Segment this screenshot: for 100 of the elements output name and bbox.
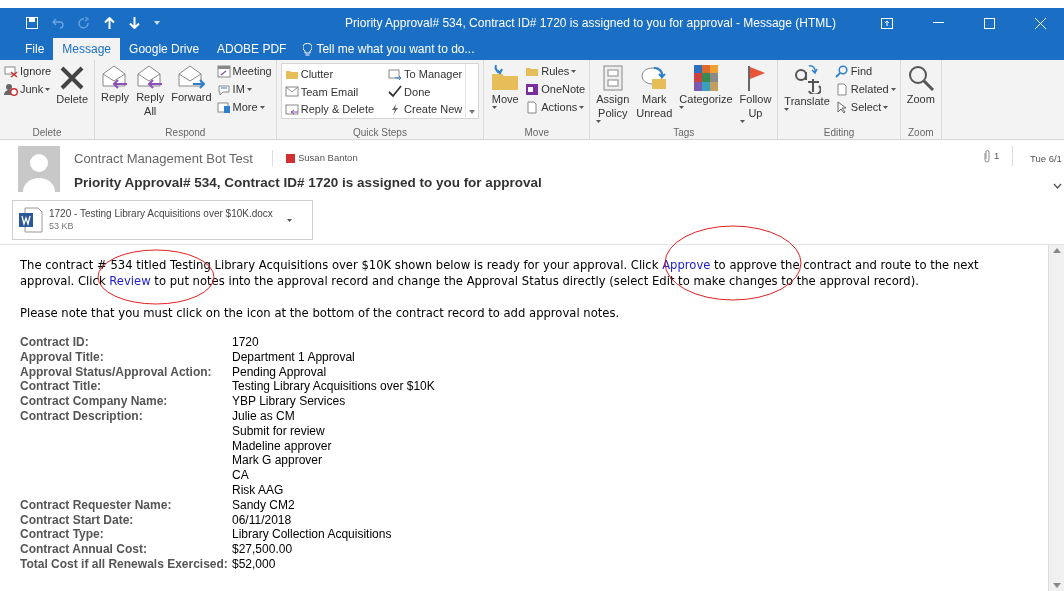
- scroll-up-icon[interactable]: [1052, 247, 1061, 253]
- document-icon: [834, 82, 849, 96]
- ribbon-button[interactable]: Done: [388, 83, 463, 101]
- ribbon-button[interactable]: IM: [216, 80, 272, 98]
- forward-envelope-icon: [388, 68, 403, 82]
- field-value: $52,000: [232, 556, 277, 572]
- word-document-icon: [19, 207, 43, 233]
- ribbon-button[interactable]: Follow Up: [737, 62, 774, 123]
- ribbon-button[interactable]: Reply All: [134, 62, 167, 118]
- envelope-icon: [284, 85, 299, 99]
- sender-name: Contract Management Bot Test: [74, 150, 253, 168]
- ignore-icon: [4, 64, 18, 78]
- ribbon-button[interactable]: To Manager: [388, 66, 463, 84]
- expand-icon[interactable]: [1053, 183, 1062, 189]
- attachment-name: 1720 - Testing Library Acquisitions over $10K.docx: [49, 207, 273, 220]
- down-arrow-icon[interactable]: [129, 17, 140, 29]
- field-value: Mark G approver: [232, 453, 324, 469]
- ribbon-group-label: Delete: [31, 126, 63, 139]
- ribbon-button[interactable]: Assign Policy: [594, 62, 632, 123]
- link[interactable]: Approve: [662, 258, 711, 272]
- caret-icon[interactable]: [154, 21, 160, 25]
- ribbon-button[interactable]: Meeting: [216, 62, 272, 80]
- ribbon-button[interactable]: Find: [834, 62, 896, 80]
- ribbon-button[interactable]: Mark Unread: [634, 62, 675, 120]
- ribbon-group-label: Quick Steps: [352, 126, 408, 139]
- field-label: Contract Start Date:: [20, 512, 135, 528]
- save-icon[interactable]: [26, 17, 38, 29]
- close-icon[interactable]: [1035, 17, 1046, 29]
- ribbon-group-label: Zoom: [907, 126, 935, 139]
- message-subject: Priority Approval# 534, Contract ID# 1720 is assigned to you for approval: [74, 174, 542, 192]
- ribbon-button[interactable]: Select: [834, 98, 896, 116]
- ribbon-button[interactable]: Related: [834, 80, 896, 98]
- attachment-size: 53 KB: [49, 220, 75, 233]
- caret-icon: [491, 106, 497, 109]
- link[interactable]: Review: [109, 274, 151, 288]
- field-value: Library Collection Acquisitions: [232, 527, 393, 543]
- caret-icon[interactable]: [286, 218, 292, 222]
- field-value: CA: [232, 468, 250, 483]
- field-label: Contract ID:: [20, 335, 90, 350]
- ribbon-button[interactable]: Rules: [525, 62, 586, 80]
- ribbon-button[interactable]: Move: [488, 62, 523, 109]
- attachment-card[interactable]: 1720 - Testing Library Acquisitions over $10K.docx 53 KB: [12, 200, 313, 240]
- field-value: 06/11/2018: [232, 512, 293, 528]
- field-value: Madeline approver: [232, 438, 333, 454]
- ribbon-group-label: Tags: [672, 126, 696, 139]
- ribbon-display-icon[interactable]: [881, 17, 893, 29]
- caret-icon: [45, 87, 51, 91]
- ribbon-button[interactable]: Ignore: [4, 62, 52, 80]
- attachment-count: 1: [994, 149, 1000, 163]
- caret-icon: [259, 105, 265, 109]
- ribbon-tab[interactable]: Message: [53, 38, 121, 60]
- field-label: Contract Title:: [20, 379, 103, 395]
- ribbon-group-label: Editing: [822, 126, 856, 139]
- ribbon-button[interactable]: Actions: [525, 98, 586, 116]
- ribbon-button[interactable]: Team Email: [284, 83, 375, 101]
- more-caret-icon[interactable]: [469, 110, 476, 114]
- up-arrow-icon[interactable]: [104, 17, 115, 29]
- zoom-icon: [906, 64, 935, 92]
- ribbon-button[interactable]: Delete: [54, 62, 90, 106]
- minimize-icon[interactable]: [933, 22, 944, 24]
- ribbon-button[interactable]: Categorize: [677, 62, 735, 109]
- ribbon-tab[interactable]: File: [16, 38, 54, 60]
- scroll-down-icon[interactable]: [1052, 583, 1061, 589]
- ribbon-button[interactable]: Reply & Delete: [284, 100, 375, 118]
- ribbon-button[interactable]: Junk: [4, 80, 52, 98]
- scrollbar[interactable]: [1048, 245, 1064, 591]
- ribbon-button[interactable]: Reply: [99, 62, 132, 104]
- ribbon-group-label: Respond: [164, 126, 207, 139]
- field-value: YBP Library Services: [232, 394, 347, 409]
- ribbon-tab[interactable]: Google Drive: [120, 38, 209, 60]
- field-label: Approval Status/Approval Action:: [20, 364, 213, 380]
- ribbon-tab[interactable]: ADOBE PDF: [208, 38, 296, 60]
- tell-me-field[interactable]: Tell me what you want to do...: [295, 38, 537, 60]
- reply-delete-icon: [284, 102, 299, 116]
- ribbon-button[interactable]: OneNote: [525, 80, 586, 98]
- field-label: Total Cost if all Renewals Exercised:: [20, 556, 229, 572]
- ribbon-button[interactable]: Clutter: [284, 66, 375, 84]
- maximize-icon[interactable]: [984, 17, 995, 29]
- ribbon-button[interactable]: Forward: [169, 62, 214, 104]
- ribbon-button[interactable]: Zoom: [904, 62, 937, 106]
- field-value: Testing Library Acquisitions over $10K: [232, 379, 436, 395]
- envelope-icon: [177, 64, 206, 90]
- ribbon-button[interactable]: Translate: [782, 62, 832, 111]
- checkmark-icon: [388, 85, 403, 99]
- cursor-icon: [834, 100, 849, 114]
- caret-icon: [739, 120, 745, 123]
- ribbon-button[interactable]: More: [216, 98, 272, 116]
- field-label: Contract Requester Name:: [20, 497, 173, 513]
- ribbon-group-label: Move: [523, 126, 550, 139]
- recipient-name: Susan Banton: [298, 151, 358, 165]
- ribbon-button[interactable]: Create New: [388, 100, 463, 118]
- message-date: Tue 6/1: [1030, 152, 1062, 166]
- field-value: 1720: [232, 335, 260, 350]
- body-paragraph: Please note that you must click on the icon at the bottom of the contract record to add approval notes.: [20, 305, 621, 321]
- contact-icon: [286, 153, 295, 163]
- translate-icon: [793, 64, 822, 94]
- caret-icon: [883, 105, 889, 109]
- field-value: $27,500.00: [232, 542, 294, 557]
- folder-icon: [284, 68, 299, 82]
- junk-icon: [4, 82, 18, 96]
